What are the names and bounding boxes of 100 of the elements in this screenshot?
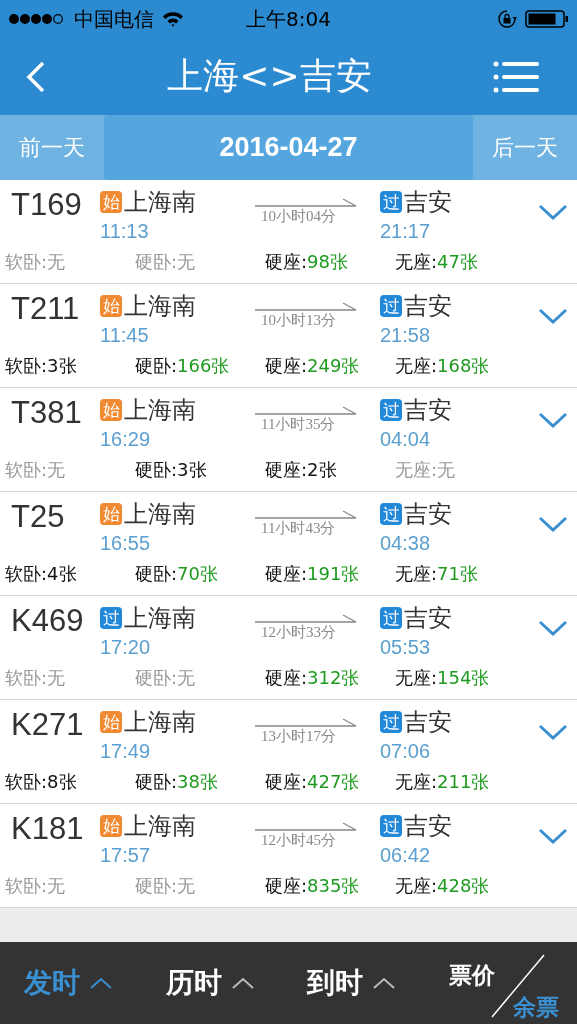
- arrival-station: 吉安: [404, 603, 452, 634]
- chevron-down-icon[interactable]: [538, 412, 568, 428]
- seat-availability: 硬卧:无: [135, 874, 197, 898]
- departure-station: 上海南: [124, 187, 196, 218]
- seat-availability: 无座:71张: [395, 562, 479, 586]
- train-row[interactable]: T211 始 上海南 11:45 10小时13分 过 吉安 21:58 软卧:3张 硬卧:166张 硬座:249张 无座:168张: [0, 284, 577, 388]
- sort-tab[interactable]: 票价: [449, 960, 496, 991]
- train-number: T381: [10, 394, 83, 432]
- train-row[interactable]: K469 过 上海南 17:20 12小时33分 过 吉安 05:53 软卧:无 硬卧:无 硬座:312张 无座:154张: [0, 596, 577, 700]
- departure-time: 17:20: [100, 636, 152, 659]
- seat-availability: 软卧:3张: [5, 354, 78, 378]
- train-number: K271: [10, 706, 85, 744]
- station-badge: 始: [100, 295, 122, 317]
- departure-station: 上海南: [124, 707, 196, 738]
- travel-duration: 12小时33分: [261, 623, 337, 642]
- arrival-station: 吉安: [404, 291, 452, 322]
- travel-duration: 13小时17分: [261, 727, 337, 746]
- chevron-down-icon[interactable]: [538, 620, 568, 636]
- arrival-time: 21:58: [380, 324, 432, 347]
- train-row[interactable]: T25 始 上海南 16:55 11小时43分 过 吉安 04:38 软卧:4张 硬卧:70张 硬座:191张 无座:71张: [0, 492, 577, 596]
- chevron-down-icon[interactable]: [538, 308, 568, 324]
- clock-time: 上午8:04: [246, 5, 331, 33]
- sort-tab[interactable]: 余票: [513, 992, 560, 1023]
- chevron-down-icon[interactable]: [538, 204, 568, 220]
- seat-availability: 硬座:427张: [265, 770, 361, 794]
- travel-duration: 12小时45分: [261, 831, 337, 850]
- train-number: T25: [10, 498, 66, 536]
- chevron-down-icon[interactable]: [538, 724, 568, 740]
- train-number: K181: [10, 810, 85, 848]
- chevron-down-icon[interactable]: [538, 828, 568, 844]
- arrival-time: 04:04: [380, 428, 432, 451]
- station-badge: 始: [100, 815, 122, 837]
- arrival-time: 04:38: [380, 532, 432, 555]
- travel-duration: 10小时13分: [261, 311, 337, 330]
- train-number: K469: [10, 602, 85, 640]
- departure-time: 16:29: [100, 428, 152, 451]
- seat-availability: 硬卧:38张: [135, 770, 219, 794]
- departure-time: 16:55: [100, 532, 152, 555]
- arrival-time: 07:06: [380, 740, 432, 763]
- arrival-station: 吉安: [404, 499, 452, 530]
- seat-availability: 硬卧:3张: [135, 458, 208, 482]
- departure-station: 上海南: [124, 811, 196, 842]
- station-badge: 过: [380, 815, 402, 837]
- arrival-station: 吉安: [404, 395, 452, 426]
- station-badge: 过: [380, 399, 402, 421]
- departure-time: 11:13: [100, 220, 150, 243]
- train-row[interactable]: K181 始 上海南 17:57 12小时45分 过 吉安 06:42 软卧:无 硬卧:无 硬座:835张 无座:428张: [0, 804, 577, 908]
- station-badge: 始: [100, 711, 122, 733]
- arrival-station: 吉安: [404, 707, 452, 738]
- departure-station: 上海南: [124, 291, 196, 322]
- seat-availability: 无座:168张: [395, 354, 491, 378]
- menu-icon[interactable]: [493, 60, 539, 93]
- station-badge: 始: [100, 399, 122, 421]
- departure-time: 17:57: [100, 844, 152, 867]
- seat-availability: 硬卧:无: [135, 666, 197, 690]
- station-badge: 始: [100, 503, 122, 525]
- seat-availability: 硬卧:70张: [135, 562, 219, 586]
- seat-availability: 无座:无: [395, 458, 457, 482]
- seat-availability: 硬卧:无: [135, 250, 197, 274]
- seat-availability: 无座:211张: [395, 770, 491, 794]
- sort-tab[interactable]: 到时: [307, 964, 450, 1002]
- departure-time: 11:45: [100, 324, 150, 347]
- seat-availability: 无座:154张: [395, 666, 491, 690]
- travel-duration: 10小时04分: [261, 207, 337, 226]
- wifi-icon: [162, 11, 184, 27]
- arrival-time: 21:17: [380, 220, 432, 243]
- seat-availability: 软卧:无: [5, 666, 67, 690]
- arrival-station: 吉安: [404, 187, 452, 218]
- departure-station: 上海南: [124, 603, 196, 634]
- route-title: 上海<>吉安: [167, 54, 372, 98]
- departure-time: 17:49: [100, 740, 152, 763]
- seat-availability: 软卧:8张: [5, 770, 78, 794]
- departure-station: 上海南: [124, 395, 196, 426]
- train-row[interactable]: K271 始 上海南 17:49 13小时17分 过 吉安 07:06 软卧:8张 硬卧:38张 硬座:427张 无座:211张: [0, 700, 577, 804]
- carrier-name: 中国电信: [74, 5, 154, 33]
- seat-availability: 软卧:无: [5, 874, 67, 898]
- seat-availability: 软卧:4张: [5, 562, 78, 586]
- signal-icon: [8, 13, 66, 25]
- rotation-lock-icon: [497, 9, 517, 29]
- travel-duration: 11小时43分: [261, 519, 337, 538]
- train-number: T169: [10, 186, 83, 224]
- seat-availability: 硬座:2张: [265, 458, 338, 482]
- train-row[interactable]: T169 始 上海南 11:13 10小时04分 过 吉安 21:17 软卧:无 硬卧:无 硬座:98张 无座:47张: [0, 180, 577, 284]
- station-badge: 过: [380, 295, 402, 317]
- travel-duration: 11小时35分: [261, 415, 337, 434]
- arrival-time: 05:53: [380, 636, 432, 659]
- station-badge: 始: [100, 191, 122, 213]
- seat-availability: 硬座:835张: [265, 874, 361, 898]
- chevron-down-icon[interactable]: [538, 516, 568, 532]
- caret-up-icon: [373, 977, 396, 989]
- station-badge: 过: [100, 607, 122, 629]
- station-badge: 过: [380, 503, 402, 525]
- station-badge: 过: [380, 607, 402, 629]
- seat-availability: 硬卧:166张: [135, 354, 231, 378]
- seat-availability: 硬座:191张: [265, 562, 361, 586]
- sort-tab[interactable]: 发时: [24, 964, 166, 1002]
- train-row[interactable]: T381 始 上海南 16:29 11小时35分 过 吉安 04:04 软卧:无 硬卧:3张 硬座:2张 无座:无: [0, 388, 577, 492]
- back-icon[interactable]: [26, 60, 46, 93]
- seat-availability: 硬座:249张: [265, 354, 361, 378]
- arrival-station: 吉安: [404, 811, 452, 842]
